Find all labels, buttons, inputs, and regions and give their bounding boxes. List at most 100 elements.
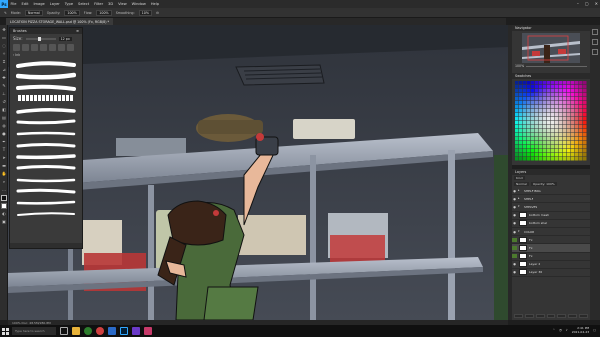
swatch-cell[interactable] <box>551 89 555 93</box>
swatch-cell[interactable] <box>527 137 531 141</box>
swatch-cell[interactable] <box>523 89 527 93</box>
swatch-cell[interactable] <box>523 101 527 105</box>
swatch-cell[interactable] <box>559 109 563 113</box>
swatch-cell[interactable] <box>531 101 535 105</box>
swatch-cell[interactable] <box>551 149 555 153</box>
swatch-cell[interactable] <box>559 101 563 105</box>
swatch-cell[interactable] <box>571 137 575 141</box>
layer-row-selected[interactable]: ● Fx <box>512 244 590 253</box>
gear-icon[interactable]: ⚙ <box>156 11 159 15</box>
swatch-cell[interactable] <box>515 85 519 89</box>
browser-icon[interactable] <box>84 327 92 335</box>
network-icon[interactable]: ◔ <box>559 328 562 332</box>
swatch-cell[interactable] <box>543 117 547 121</box>
swatch-cell[interactable] <box>543 85 547 89</box>
swatch-cell[interactable] <box>583 141 587 145</box>
swatch-cell[interactable] <box>531 97 535 101</box>
blend-mode-select[interactable]: Normal <box>514 182 529 186</box>
layer-kind-filter[interactable]: Kind <box>514 176 525 180</box>
swatch-cell[interactable] <box>559 145 563 149</box>
swatch-cell[interactable] <box>551 113 555 117</box>
swatch-cell[interactable] <box>551 117 555 121</box>
swatch-cell[interactable] <box>535 117 539 121</box>
swatch-cell[interactable] <box>523 105 527 109</box>
swatch-cell[interactable] <box>563 149 567 153</box>
swatch-cell[interactable] <box>543 81 547 85</box>
swatch-cell[interactable] <box>563 133 567 137</box>
swatch-cell[interactable] <box>583 117 587 121</box>
swatch-cell[interactable] <box>551 157 555 161</box>
visibility-eye-icon[interactable]: ● <box>512 197 517 201</box>
close-button[interactable]: ✕ <box>595 1 598 6</box>
swatch-cell[interactable] <box>555 109 559 113</box>
swatch-cell[interactable] <box>567 109 571 113</box>
swatch-cell[interactable] <box>543 105 547 109</box>
swatch-cell[interactable] <box>567 81 571 85</box>
menu-type[interactable]: Type <box>62 2 75 6</box>
swatch-cell[interactable] <box>527 145 531 149</box>
swatch-cell[interactable] <box>543 97 547 101</box>
background-color-swatch[interactable] <box>1 203 7 209</box>
swatch-cell[interactable] <box>543 89 547 93</box>
volume-icon[interactable]: ♪ <box>566 328 568 332</box>
swatch-cell[interactable] <box>563 109 567 113</box>
swatch-cell[interactable] <box>535 113 539 117</box>
swatch-cell[interactable] <box>523 129 527 133</box>
brush-tool-icon[interactable]: ✎ <box>4 11 7 15</box>
swatch-cell[interactable] <box>555 157 559 161</box>
visibility-eye-icon[interactable]: ● <box>512 270 517 274</box>
swatch-cell[interactable] <box>527 109 531 113</box>
swatch-cell[interactable] <box>559 85 563 89</box>
layer-row[interactable]: ● bottom shel <box>512 220 590 228</box>
swatch-cell[interactable] <box>571 121 575 125</box>
swatch-cell[interactable] <box>559 93 563 97</box>
swatch-cell[interactable] <box>567 149 571 153</box>
swatch-cell[interactable] <box>543 93 547 97</box>
swatch-cell[interactable] <box>579 93 583 97</box>
swatch-cell[interactable] <box>579 81 583 85</box>
swatch-cell[interactable] <box>539 85 543 89</box>
swatch-cell[interactable] <box>555 141 559 145</box>
swatch-cell[interactable] <box>515 133 519 137</box>
swatch-cell[interactable] <box>583 105 587 109</box>
swatch-cell[interactable] <box>539 89 543 93</box>
swatch-cell[interactable] <box>559 133 563 137</box>
swatch-cell[interactable] <box>539 117 543 121</box>
swatch-cell[interactable] <box>519 117 523 121</box>
visibility-eye-icon[interactable]: ● <box>512 237 517 242</box>
layer-row[interactable]: ● ▾ COLOR <box>512 228 590 237</box>
path-select-icon[interactable]: ➤ <box>1 155 7 161</box>
swatch-cell[interactable] <box>579 153 583 157</box>
swatch-cell[interactable] <box>559 81 563 85</box>
taskbar-search[interactable]: Type here to search <box>12 327 56 335</box>
swatch-cell[interactable] <box>535 125 539 129</box>
mode-select[interactable]: Normal <box>24 9 43 16</box>
swatch-cell[interactable] <box>527 157 531 161</box>
shape-tool-icon[interactable]: ▬ <box>1 163 7 169</box>
crop-tool-icon[interactable]: ⌗ <box>1 59 7 65</box>
swatch-cell[interactable] <box>543 121 547 125</box>
swatch-cell[interactable] <box>563 117 567 121</box>
swatch-cell[interactable] <box>515 109 519 113</box>
swatch-cell[interactable] <box>547 153 551 157</box>
swatch-cell[interactable] <box>579 109 583 113</box>
type-tool-icon[interactable]: T <box>1 147 7 153</box>
app-icon[interactable] <box>144 327 152 335</box>
swatch-cell[interactable] <box>531 85 535 89</box>
recent-brush-3[interactable] <box>31 44 38 51</box>
swatch-cell[interactable] <box>539 137 543 141</box>
adjustment-layer-icon[interactable] <box>546 314 556 318</box>
panel-toggle-icon[interactable] <box>592 49 598 55</box>
notification-icon[interactable]: ▢ <box>593 328 596 332</box>
swatch-cell[interactable] <box>555 105 559 109</box>
brush-tool-icon-side[interactable]: ✎ <box>1 83 7 89</box>
swatch-cell[interactable] <box>523 109 527 113</box>
magic-wand-icon[interactable]: ✧ <box>1 51 7 57</box>
swatch-cell[interactable] <box>539 145 543 149</box>
swatch-cell[interactable] <box>515 93 519 97</box>
eraser-icon[interactable]: ◧ <box>1 107 7 113</box>
visibility-eye-icon[interactable]: ● <box>512 262 517 266</box>
swatch-cell[interactable] <box>559 129 563 133</box>
mail-icon[interactable] <box>108 327 116 335</box>
menu-window[interactable]: Window <box>129 2 148 6</box>
